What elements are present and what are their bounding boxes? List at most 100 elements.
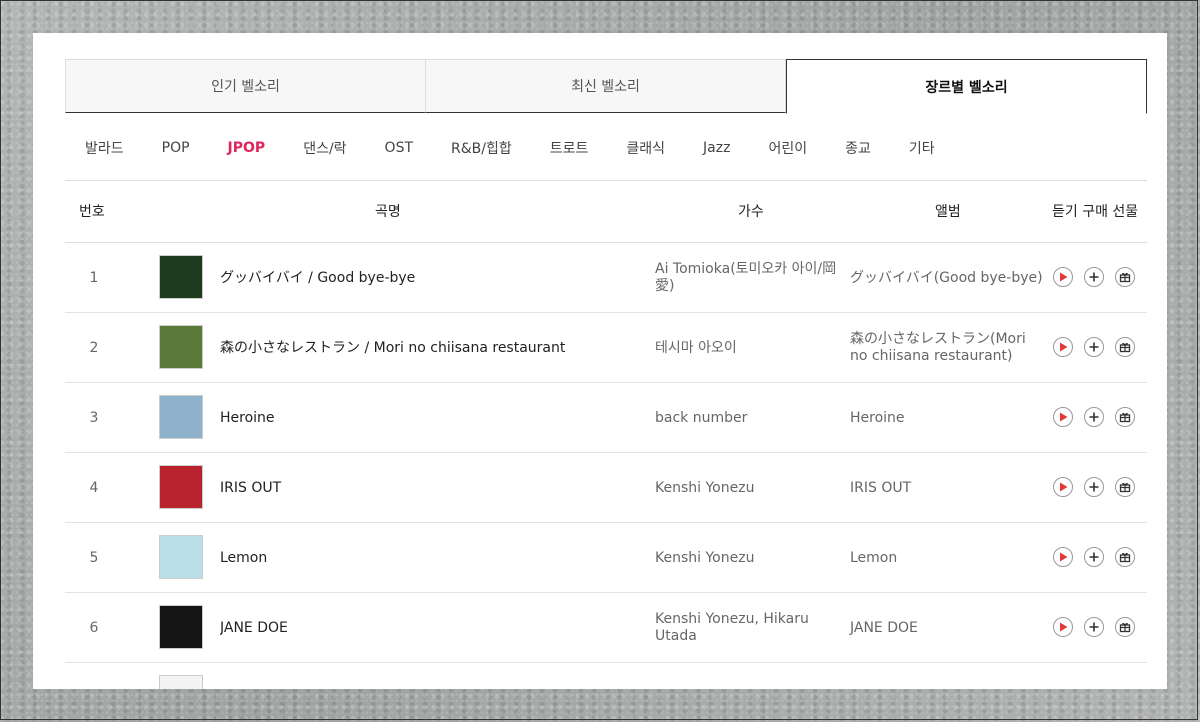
- buy-button[interactable]: [1084, 547, 1104, 567]
- genre-rnb-hiphop[interactable]: R&B/힙합: [451, 138, 512, 158]
- song-album: JANE DOE: [850, 619, 918, 636]
- gift-icon: [1119, 272, 1131, 283]
- gift-button[interactable]: [1115, 617, 1135, 637]
- tab-genre[interactable]: 장르별 벨소리: [786, 59, 1147, 114]
- genre-filter: 발라드 POP JPOP 댄스/락 OST R&B/힙합 트로트 클래식 Jaz…: [65, 115, 1147, 181]
- genre-dance-rock[interactable]: 댄스/락: [303, 138, 346, 158]
- table-header: 번호 곡명 가수 앨범 듣기 구매 선물: [65, 181, 1147, 243]
- ringtone-tabs: 인기 벨소리 최신 벨소리 장르별 벨소리: [65, 59, 1147, 114]
- genre-ost[interactable]: OST: [385, 140, 413, 156]
- song-list: 1 グッバイバイ / Good bye-bye Ai Tomioka(토미오카 …: [65, 243, 1147, 689]
- song-title[interactable]: IRIS OUT: [220, 453, 640, 523]
- gift-icon: [1119, 552, 1131, 563]
- song-title[interactable]: 森の小さなレストラン / Mori no chiisana restaurant: [220, 313, 640, 383]
- row-number: 4: [89, 480, 99, 496]
- gift-icon: [1119, 342, 1131, 353]
- genre-etc[interactable]: 기타: [909, 138, 935, 158]
- row-actions: [1053, 407, 1135, 427]
- play-icon: [1060, 272, 1068, 282]
- tab-latest[interactable]: 최신 벨소리: [426, 59, 786, 113]
- row-number: 2: [89, 340, 99, 356]
- song-artist: back number: [655, 409, 748, 426]
- genre-ballad[interactable]: 발라드: [85, 138, 124, 158]
- header-actions: 듣기 구매 선물: [1052, 204, 1139, 220]
- play-icon: [1060, 342, 1068, 352]
- listen-button[interactable]: [1053, 617, 1073, 637]
- row-actions: [1053, 617, 1135, 637]
- song-title[interactable]: グッバイバイ / Good bye-bye: [220, 243, 640, 313]
- buy-button[interactable]: [1084, 617, 1104, 637]
- gift-button[interactable]: [1115, 477, 1135, 497]
- listen-button[interactable]: [1053, 477, 1073, 497]
- play-icon: [1060, 482, 1068, 492]
- buy-button[interactable]: [1084, 337, 1104, 357]
- genre-religion[interactable]: 종교: [845, 138, 871, 158]
- gift-button[interactable]: [1115, 337, 1135, 357]
- buy-button[interactable]: [1084, 407, 1104, 427]
- listen-button[interactable]: [1053, 407, 1073, 427]
- gift-button[interactable]: [1115, 547, 1135, 567]
- tab-popular[interactable]: 인기 벨소리: [65, 59, 426, 113]
- song-artist: Ai Tomioka(토미오카 아이/岡 愛): [655, 261, 837, 294]
- song-album: Lemon: [850, 549, 898, 566]
- song-artist: Kenshi Yonezu, Hikaru Utada: [655, 611, 809, 644]
- album-cover[interactable]: [159, 605, 203, 649]
- song-title[interactable]: Lemon: [220, 523, 640, 593]
- play-icon: [1060, 622, 1068, 632]
- genre-jazz[interactable]: Jazz: [703, 140, 730, 156]
- row-number: 3: [89, 410, 99, 426]
- album-cover[interactable]: [159, 535, 203, 579]
- header-artist: 가수: [738, 204, 764, 220]
- album-cover[interactable]: [159, 325, 203, 369]
- row-number: 6: [89, 620, 99, 636]
- genre-jpop[interactable]: JPOP: [228, 140, 266, 156]
- plus-icon: [1089, 552, 1099, 562]
- song-album: IRIS OUT: [850, 479, 912, 496]
- album-cover[interactable]: [159, 465, 203, 509]
- header-number: 번호: [79, 204, 105, 220]
- plus-icon: [1089, 342, 1099, 352]
- row-actions: [1053, 547, 1135, 567]
- genre-trot[interactable]: 트로트: [550, 138, 589, 158]
- genre-classic[interactable]: 클래식: [626, 138, 665, 158]
- song-artist: 테시마 아오이: [655, 339, 737, 356]
- gift-icon: [1119, 412, 1131, 423]
- genre-pop[interactable]: POP: [162, 140, 190, 156]
- gift-button[interactable]: [1115, 267, 1135, 287]
- table-row: 2 森の小さなレストラン / Mori no chiisana restaura…: [65, 313, 1147, 383]
- listen-button[interactable]: [1053, 547, 1073, 567]
- song-album: グッバイバイ(Good bye-bye): [850, 269, 1043, 286]
- gift-icon: [1119, 482, 1131, 493]
- song-album: Heroine: [850, 409, 905, 426]
- song-title[interactable]: Heroine: [220, 383, 640, 453]
- song-title[interactable]: JANE DOE: [220, 593, 640, 663]
- listen-button[interactable]: [1053, 337, 1073, 357]
- plus-icon: [1089, 622, 1099, 632]
- genre-kids[interactable]: 어린이: [768, 138, 807, 158]
- row-actions: [1053, 337, 1135, 357]
- ringtone-panel: 인기 벨소리 최신 벨소리 장르별 벨소리 발라드 POP JPOP 댄스/락 …: [33, 33, 1167, 689]
- play-icon: [1060, 412, 1068, 422]
- table-row: 5 Lemon Kenshi Yonezu Lemon: [65, 523, 1147, 593]
- song-artist: Kenshi Yonezu: [655, 479, 755, 496]
- header-album: 앨범: [935, 204, 961, 220]
- play-icon: [1060, 552, 1068, 562]
- listen-button[interactable]: [1053, 267, 1073, 287]
- table-row: 1 グッバイバイ / Good bye-bye Ai Tomioka(토미오카 …: [65, 243, 1147, 313]
- song-album: 森の小さなレストラン(Mori no chiisana restaurant): [850, 331, 1026, 364]
- album-cover[interactable]: [159, 675, 203, 689]
- plus-icon: [1089, 412, 1099, 422]
- buy-button[interactable]: [1084, 267, 1104, 287]
- table-row: 4 IRIS OUT Kenshi Yonezu IRIS OUT: [65, 453, 1147, 523]
- album-cover[interactable]: [159, 395, 203, 439]
- song-artist: Kenshi Yonezu: [655, 549, 755, 566]
- row-number: 1: [89, 270, 99, 286]
- table-row: 6 JANE DOE Kenshi Yonezu, Hikaru Utada J…: [65, 593, 1147, 663]
- buy-button[interactable]: [1084, 477, 1104, 497]
- album-cover[interactable]: [159, 255, 203, 299]
- plus-icon: [1089, 482, 1099, 492]
- row-number: 5: [89, 550, 99, 566]
- plus-icon: [1089, 272, 1099, 282]
- gift-button[interactable]: [1115, 407, 1135, 427]
- header-title: 곡명: [375, 204, 401, 220]
